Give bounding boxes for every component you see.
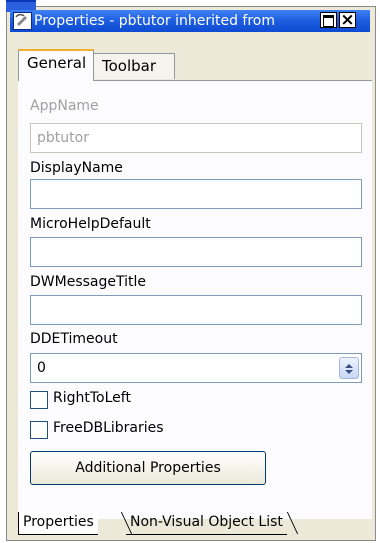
close-icon[interactable]: ×: [339, 10, 356, 30]
properties-window-icon: [13, 12, 32, 30]
righttoleft-label: RightToLeft: [53, 390, 131, 406]
microhelpdefault-label: MicroHelpDefault: [30, 216, 151, 232]
displayname-field[interactable]: [30, 179, 362, 209]
microhelpdefault-field[interactable]: [30, 237, 362, 267]
displayname-label: DisplayName: [30, 160, 123, 176]
appname-label: AppName: [30, 98, 99, 114]
additional-properties-button[interactable]: Additional Properties: [30, 451, 266, 485]
dwmessagetitle-label: DWMessageTitle: [30, 274, 146, 290]
general-panel: AppName pbtutor DisplayName MicroHelpDef…: [18, 80, 372, 519]
ddetimeout-field[interactable]: 0: [30, 353, 362, 383]
ddetimeout-value: 0: [37, 360, 46, 376]
appname-field: pbtutor: [30, 123, 362, 153]
tab-non-visual-object-list[interactable]: Non-Visual Object List: [126, 512, 287, 535]
maximize-icon[interactable]: [320, 12, 337, 28]
dwmessagetitle-field[interactable]: [30, 295, 362, 325]
freedblibraries-checkbox[interactable]: [30, 421, 48, 439]
title-bar[interactable]: Properties - pbtutor inherited from ×: [10, 10, 370, 32]
righttoleft-checkbox[interactable]: [30, 391, 48, 409]
spinner-arrows-icon[interactable]: [339, 357, 359, 379]
window-title: Properties - pbtutor inherited from: [34, 13, 276, 29]
tab-separator: [286, 512, 299, 534]
freedblibraries-label: FreeDBLibraries: [53, 420, 164, 436]
tab-toolbar[interactable]: Toolbar: [93, 53, 175, 79]
bottom-tab-strip: Properties Non-Visual Object List: [14, 512, 374, 536]
tab-general[interactable]: General: [18, 49, 94, 81]
ddetimeout-label: DDETimeout: [30, 331, 118, 347]
tab-properties[interactable]: Properties: [18, 512, 98, 535]
